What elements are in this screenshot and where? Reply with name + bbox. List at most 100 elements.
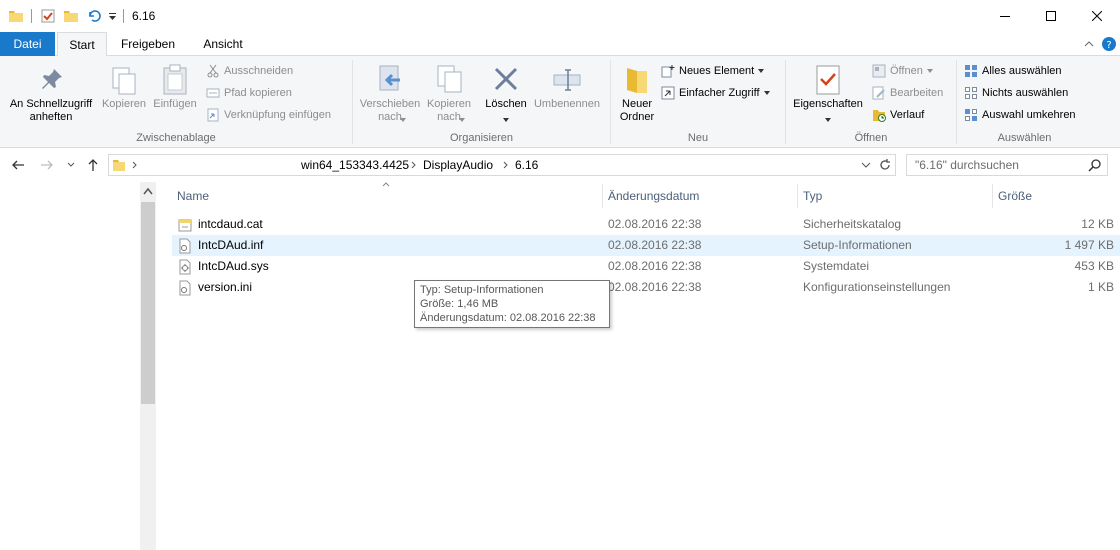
address-bar[interactable]: win64_153343.4425 DisplayAudio 6.16	[108, 154, 896, 176]
group-label-organisieren: Organisieren	[450, 132, 513, 144]
column-divider[interactable]	[992, 184, 993, 208]
pin-quick-access-button[interactable]: An Schnellzugriff anheften	[4, 60, 98, 128]
easy-access-icon	[661, 86, 675, 100]
navigation-pane	[0, 182, 157, 550]
copy-path-icon	[206, 88, 220, 98]
easy-access-button[interactable]: Einfacher Zugriff	[661, 83, 770, 103]
select-all-button[interactable]: Alles auswählen	[964, 61, 1062, 81]
divider	[123, 9, 124, 23]
search-icon[interactable]	[1088, 158, 1102, 172]
chevron-right-icon[interactable]	[503, 161, 509, 169]
chevron-down-icon	[758, 69, 765, 73]
up-icon[interactable]	[86, 158, 100, 172]
maximize-button[interactable]	[1028, 0, 1074, 32]
title-bar: 6.16	[0, 0, 1120, 32]
select-none-label: Nichts auswählen	[982, 87, 1069, 99]
tooltip-size: Größe: 1,46 MB	[420, 298, 499, 310]
undo-icon[interactable]	[86, 8, 102, 24]
rename-button[interactable]: Umbenennen	[530, 60, 604, 128]
paste-button[interactable]: Einfügen	[150, 60, 200, 128]
cut-button[interactable]: Ausschneiden	[206, 61, 293, 81]
copy-path-button[interactable]: Pfad kopieren	[206, 83, 292, 103]
edit-button[interactable]: Bearbeiten	[872, 83, 943, 103]
customize-dropdown-icon[interactable]	[108, 12, 117, 21]
pin-icon	[42, 69, 62, 89]
properties-icon[interactable]	[40, 8, 56, 24]
new-item-button[interactable]: Neues Element	[661, 61, 765, 81]
column-header-date[interactable]: Änderungsdatum	[608, 189, 699, 203]
refresh-icon[interactable]	[878, 158, 892, 172]
chevron-up-icon[interactable]	[143, 187, 153, 195]
select-none-button[interactable]: Nichts auswählen	[964, 83, 1068, 103]
group-label-auswaehlen: Auswählen	[997, 132, 1052, 144]
forward-icon[interactable]	[40, 158, 54, 172]
new-folder-icon[interactable]	[63, 8, 79, 24]
properties-icon	[816, 65, 840, 95]
file-size: 1 497 KB	[1064, 238, 1114, 252]
move-to-button[interactable]: Verschieben nach	[358, 60, 422, 128]
breadcrumb-item[interactable]: 6.16	[515, 158, 538, 172]
column-divider[interactable]	[797, 184, 798, 208]
history-button[interactable]: Verlauf	[872, 105, 924, 125]
search-input[interactable]: "6.16" durchsuchen	[906, 154, 1108, 176]
tab-start[interactable]: Start	[57, 32, 107, 57]
file-size: 1 KB	[1087, 280, 1114, 294]
select-all-label: Alles auswählen	[982, 65, 1062, 77]
delete-button[interactable]: Löschen	[482, 60, 530, 128]
column-header-name[interactable]: Name	[177, 189, 209, 203]
column-header-type[interactable]: Typ	[803, 189, 822, 203]
column-divider[interactable]	[602, 184, 603, 208]
chevron-down-icon	[459, 118, 465, 122]
tab-ansicht[interactable]: Ansicht	[193, 32, 253, 56]
open-button[interactable]: Öffnen	[872, 61, 933, 81]
rename-icon	[553, 69, 581, 91]
minimize-button[interactable]	[982, 0, 1028, 32]
copy-to-label: Kopieren nach	[426, 98, 472, 123]
chevron-down-icon[interactable]	[861, 162, 871, 169]
close-button[interactable]	[1074, 0, 1120, 32]
shortcut-icon	[207, 108, 219, 122]
copy-label: Kopieren	[101, 98, 147, 110]
copy-button[interactable]: Kopieren	[99, 60, 149, 128]
back-icon[interactable]	[11, 158, 25, 172]
pin-quick-access-label: An Schnellzugriff anheften	[9, 98, 93, 123]
breadcrumb-item[interactable]: DisplayAudio	[423, 158, 493, 172]
new-folder-label: Neuer Ordner	[619, 98, 655, 123]
file-tooltip: Typ: Setup-Informationen Größe: 1,46 MB …	[414, 280, 610, 328]
chevron-down-icon	[825, 118, 831, 122]
tab-datei[interactable]: Datei	[0, 32, 55, 56]
copy-icon	[112, 67, 136, 95]
folder-icon	[627, 68, 647, 93]
breadcrumb-item[interactable]: win64_153343.4425	[301, 158, 409, 172]
security-catalog-icon	[178, 219, 192, 232]
file-row[interactable]: IntcDAud.sys 02.08.2016 22:38 Systemdate…	[172, 256, 1120, 277]
tab-freigeben[interactable]: Freigeben	[112, 32, 184, 56]
help-icon[interactable]: ?	[1101, 36, 1117, 52]
properties-button[interactable]: Eigenschaften	[789, 60, 867, 128]
easy-access-label: Einfacher Zugriff	[679, 87, 760, 99]
recent-locations-icon[interactable]	[67, 162, 75, 168]
file-name: version.ini	[198, 280, 253, 294]
new-item-label: Neues Element	[679, 65, 755, 77]
system-file-icon	[179, 259, 191, 275]
chevron-up-icon[interactable]	[1084, 39, 1094, 49]
chevron-down-icon	[400, 118, 406, 122]
file-name: IntcDAud.inf	[198, 238, 264, 252]
move-to-icon	[379, 65, 400, 91]
file-type: Systemdatei	[803, 259, 870, 273]
chevron-right-icon[interactable]	[411, 161, 417, 169]
file-row[interactable]: intcdaud.cat 02.08.2016 22:38 Sicherheit…	[172, 214, 1120, 235]
folder-icon	[113, 160, 125, 171]
invert-selection-button[interactable]: Auswahl umkehren	[964, 105, 1076, 125]
file-size: 12 KB	[1081, 217, 1114, 231]
new-folder-button[interactable]: Neuer Ordner	[614, 60, 660, 128]
column-header-size[interactable]: Größe	[998, 189, 1032, 203]
nav-scrollbar-thumb[interactable]	[141, 202, 155, 404]
chevron-right-icon[interactable]	[132, 161, 138, 169]
file-row[interactable]: IntcDAud.inf 02.08.2016 22:38 Setup-Info…	[172, 235, 1120, 256]
file-row[interactable]: version.ini 02.08.2016 22:38 Konfigurati…	[172, 277, 1120, 298]
copy-to-button[interactable]: Kopieren nach	[422, 60, 476, 128]
divider	[31, 9, 32, 23]
paste-label: Einfügen	[153, 98, 197, 110]
paste-shortcut-button[interactable]: Verknüpfung einfügen	[206, 105, 331, 125]
